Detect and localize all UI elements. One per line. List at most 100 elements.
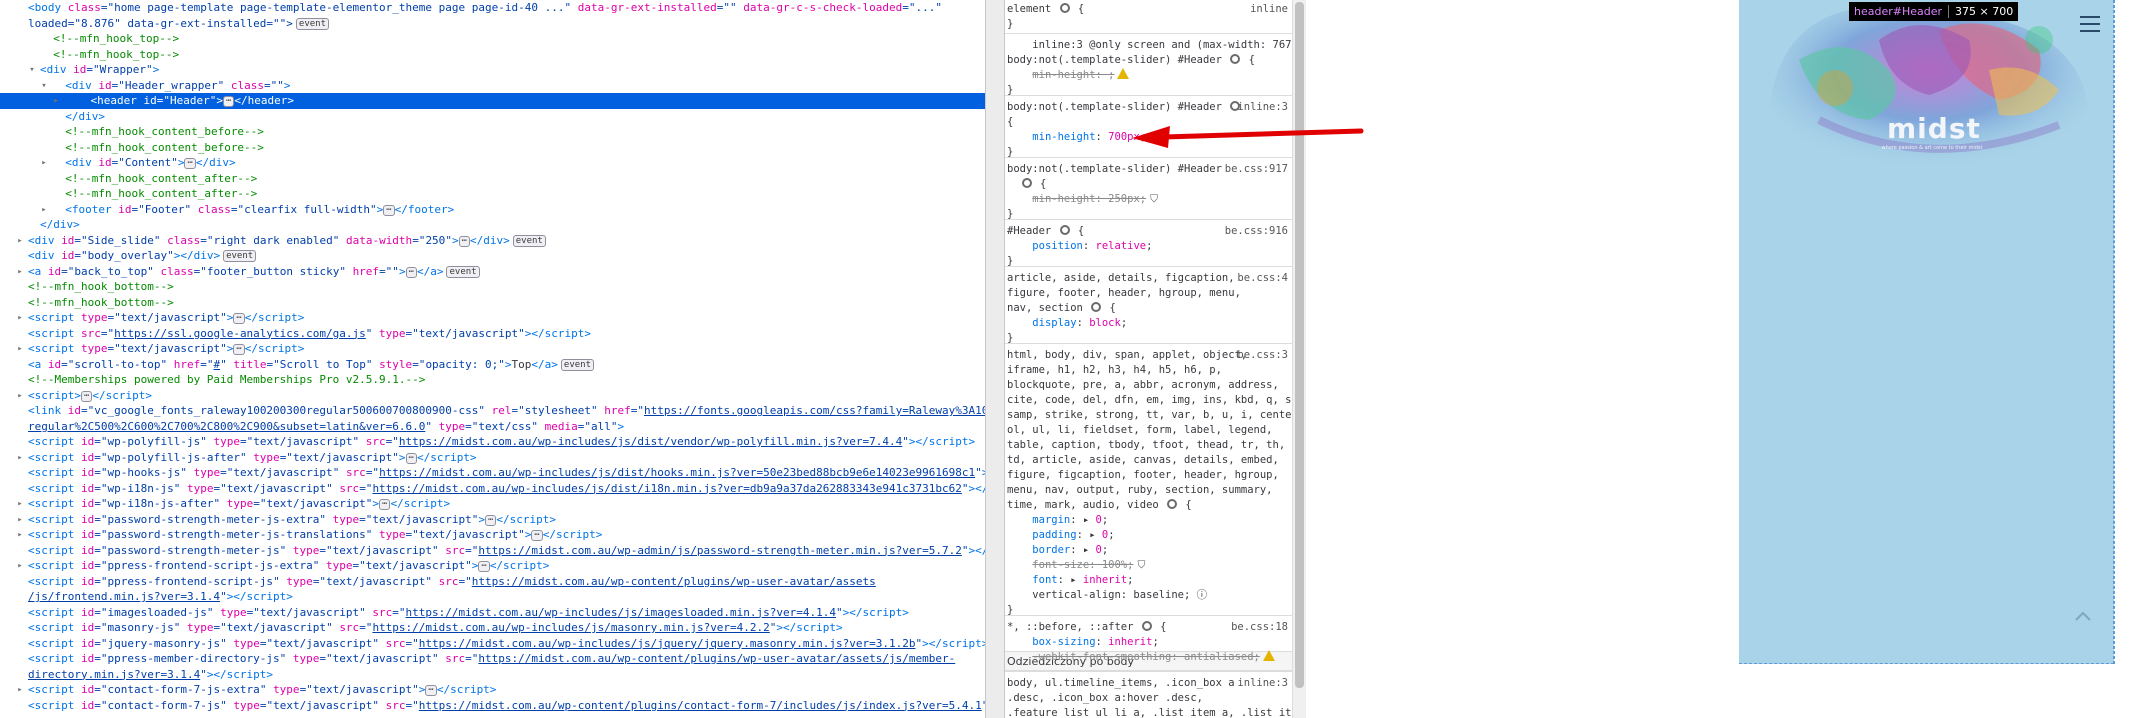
markup-line[interactable]: <script id="masonry-js" type="text/javas…: [0, 620, 985, 636]
rule-line[interactable]: .desc, .icon_box a:hover .desc,: [1005, 691, 1292, 706]
markup-line[interactable]: <!--mfn_hook_content_after-->: [0, 186, 985, 202]
rule-line[interactable]: time, mark, audio, video {: [1005, 498, 1292, 513]
rule-line[interactable]: font-size: 100%; ⛉: [1005, 558, 1292, 573]
rule-line[interactable]: figure, figcaption, footer, header, hgro…: [1005, 468, 1292, 483]
rule-line[interactable]: samp, strike, strong, tt, var, b, u, i, …: [1005, 408, 1292, 423]
rule-line[interactable]: box-sizing: inherit;: [1005, 635, 1292, 650]
markup-line[interactable]: <!--mfn_hook_content_after-->: [0, 171, 985, 187]
markup-line[interactable]: ▾ <div id="Header_wrapper" class="">: [0, 78, 985, 94]
rule-line[interactable]: min-height: 250px; ⛉: [1005, 192, 1292, 207]
markup-line[interactable]: ▸ <script id="ppress-frontend-script-js-e…: [0, 558, 985, 574]
rule-source-link[interactable]: be.css:18: [1231, 620, 1288, 635]
expanded-twisty-icon[interactable]: ▾: [38, 78, 50, 94]
rule-source-link[interactable]: be.css:916: [1225, 224, 1288, 239]
rule-line[interactable]: border: ▸ 0;: [1005, 543, 1292, 558]
collapsed-twisty-icon[interactable]: ▸: [14, 682, 26, 698]
rule-line[interactable]: inline:3 @only screen and (max-width: 76…: [1005, 38, 1292, 53]
markup-line[interactable]: <div id="body_overlay"></div> event: [0, 248, 985, 264]
collapsed-twisty-icon[interactable]: ▸: [14, 450, 26, 466]
markup-line[interactable]: regular%2C500%2C600%2C700%2C800%2C900&su…: [0, 419, 985, 435]
collapsed-twisty-icon[interactable]: ▸: [14, 310, 26, 326]
markup-line[interactable]: ▸ <script id="password-strength-meter-js-…: [0, 512, 985, 528]
markup-line[interactable]: ▸ <div id="Content"> ⋯ </div>: [0, 155, 985, 171]
markup-line[interactable]: <script id="wp-i18n-js" type="text/javas…: [0, 481, 985, 497]
rule-line[interactable]: }: [1005, 83, 1292, 98]
markup-line[interactable]: <!--mfn_hook_top-->: [0, 31, 985, 47]
markup-line[interactable]: <!--mfn_hook_content_before-->: [0, 124, 985, 140]
rule-line[interactable]: ol, ul, li, fieldset, form, label, legen…: [1005, 423, 1292, 438]
rule-line[interactable]: *, ::before, ::after {be.css:18: [1005, 620, 1292, 635]
markup-line[interactable]: /js/frontend.min.js?ver=3.1.4"></script>: [0, 589, 985, 605]
rule-line[interactable]: nav, section {: [1005, 301, 1292, 316]
collapsed-twisty-icon[interactable]: ▸: [38, 202, 50, 218]
markup-line[interactable]: <!--Memberships powered by Paid Membersh…: [0, 372, 985, 388]
markup-line[interactable]: ▸ <div id="Side_slide" class="right dark …: [0, 233, 985, 249]
markup-line[interactable]: <body class="home page-template page-tem…: [0, 0, 985, 16]
collapsed-twisty-icon[interactable]: ▸: [14, 388, 26, 404]
markup-line[interactable]: ▸ <script type="text/javascript"> ⋯ </scrip…: [0, 310, 985, 326]
markup-line[interactable]: <!--mfn_hook_content_before-->: [0, 140, 985, 156]
rule-line[interactable]: }: [1005, 17, 1292, 32]
rule-source-link[interactable]: be.css:917: [1225, 162, 1288, 177]
markup-line[interactable]: ▸ <a id="back_to_top" class="footer_butto…: [0, 264, 985, 280]
page-preview[interactable]: midst where passion & art come to their …: [1739, 0, 2114, 664]
markup-line[interactable]: ▸ <script id="contact-form-7-js-extra" ty…: [0, 682, 985, 698]
rule-line[interactable]: body:not(.template-slider) #Header be.css…: [1005, 162, 1292, 177]
markup-line[interactable]: </div>: [0, 217, 985, 233]
rule-line[interactable]: body, ul.timeline_items, .icon_box a inli…: [1005, 676, 1292, 691]
rule-line[interactable]: element {inline: [1005, 2, 1292, 17]
collapsed-twisty-icon[interactable]: ▸: [14, 527, 26, 543]
markup-line[interactable]: <script src="https://ssl.google-analytic…: [0, 326, 985, 342]
rule-source-link[interactable]: inline: [1250, 2, 1288, 17]
rule-line[interactable]: menu, nav, output, ruby, section, summar…: [1005, 483, 1292, 498]
rule-source-link[interactable]: be.css:3: [1237, 348, 1288, 363]
rule-source-link[interactable]: inline:3: [1237, 676, 1288, 691]
markup-line[interactable]: ▾ <div id="Wrapper">: [0, 62, 985, 78]
inspector-markup-panel[interactable]: <body class="home page-template page-tem…: [0, 0, 985, 718]
markup-line[interactable]: <link id="vc_google_fonts_raleway1002003…: [0, 403, 985, 419]
rule-line[interactable]: .feature_list ul li a, .list_item a, .li…: [1005, 706, 1292, 718]
rule-line[interactable]: display: block;: [1005, 316, 1292, 331]
rule-line[interactable]: html, body, div, span, applet, object, be…: [1005, 348, 1292, 363]
markup-line[interactable]: ▸ <script id="wp-polyfill-js-after" type=…: [0, 450, 985, 466]
collapsed-twisty-icon[interactable]: ▸: [50, 93, 62, 109]
rule-line[interactable]: }: [1005, 207, 1292, 222]
markup-line[interactable]: <script id="password-strength-meter-js" …: [0, 543, 985, 559]
rule-line[interactable]: article, aside, details, figcaption, be.c…: [1005, 271, 1292, 286]
collapsed-twisty-icon[interactable]: ▸: [14, 496, 26, 512]
markup-line[interactable]: <!--mfn_hook_top-->: [0, 47, 985, 63]
markup-line-selected[interactable]: ▸ <header id="Header"> ⋯ </header>: [0, 93, 985, 109]
chevron-up-icon[interactable]: [2075, 611, 2091, 621]
rule-line[interactable]: body:not(.template-slider) #Header inlin…: [1005, 100, 1292, 115]
rule-source-link[interactable]: inline:3: [1237, 100, 1288, 115]
rule-line[interactable]: -webkit-font-smoothing: antialiased;: [1005, 650, 1292, 665]
markup-line[interactable]: loaded="8.876" data-gr-ext-installed="">…: [0, 16, 985, 32]
rule-line[interactable]: figure, footer, header, hgroup, menu,: [1005, 286, 1292, 301]
rule-line[interactable]: table, caption, tbody, tfoot, thead, tr,…: [1005, 438, 1292, 453]
rule-line[interactable]: padding: ▸ 0;: [1005, 528, 1292, 543]
scrollbar-thumb[interactable]: [1295, 2, 1304, 688]
collapsed-twisty-icon[interactable]: ▸: [14, 233, 26, 249]
panel-splitter[interactable]: [985, 0, 1005, 718]
rule-line[interactable]: body:not(.template-slider) #Header {: [1005, 53, 1292, 68]
rule-line[interactable]: margin: ▸ 0;: [1005, 513, 1292, 528]
markup-line[interactable]: <!--mfn_hook_bottom-->: [0, 279, 985, 295]
markup-line[interactable]: <script id="imagesloaded-js" type="text/…: [0, 605, 985, 621]
rule-line[interactable]: td, article, aside, canvas, details, emb…: [1005, 453, 1292, 468]
rule-line[interactable]: }: [1005, 603, 1292, 618]
rule-line[interactable]: #Header {be.css:916: [1005, 224, 1292, 239]
markup-line[interactable]: <script id="wp-hooks-js" type="text/java…: [0, 465, 985, 481]
rule-line[interactable]: font: ▸ inherit;: [1005, 573, 1292, 588]
rule-line[interactable]: cite, code, del, dfn, em, img, ins, kbd,…: [1005, 393, 1292, 408]
site-logo[interactable]: midst: [1887, 112, 1980, 145]
rule-line[interactable]: position: relative;: [1005, 239, 1292, 254]
markup-line[interactable]: </div>: [0, 109, 985, 125]
rules-scrollbar[interactable]: [1292, 0, 1306, 718]
rule-line[interactable]: min-height: ;: [1005, 68, 1292, 83]
markup-line[interactable]: <script id="jquery-masonry-js" type="tex…: [0, 636, 985, 652]
collapsed-twisty-icon[interactable]: ▸: [14, 512, 26, 528]
expanded-twisty-icon[interactable]: ▾: [26, 62, 38, 78]
hamburger-menu-icon[interactable]: [2080, 16, 2100, 32]
markup-line[interactable]: ▸ <script id="password-strength-meter-js-…: [0, 527, 985, 543]
css-rules-panel[interactable]: Odziedziczony po body element {inline} i…: [1005, 0, 1292, 718]
